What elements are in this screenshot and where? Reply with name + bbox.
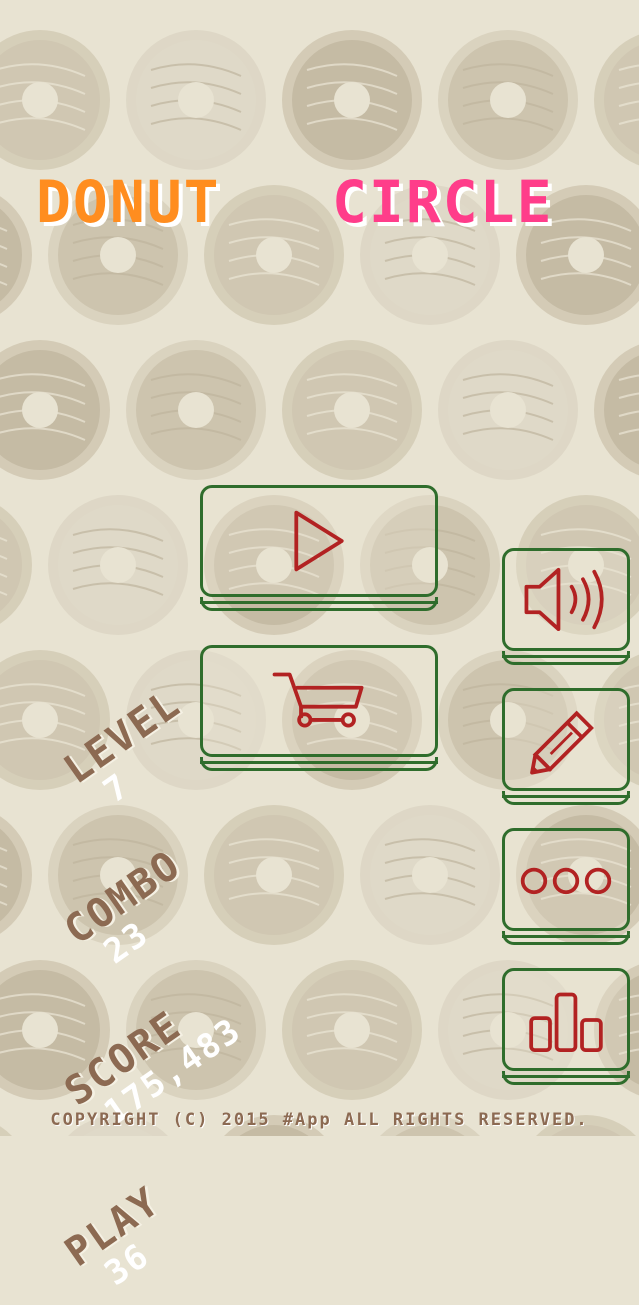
title-word-donut: DONUT	[36, 168, 221, 236]
sound-button[interactable]	[502, 548, 630, 665]
copyright-text: COPYRIGHT (C) 2015 #App ALL RIGHTS RESER…	[50, 1110, 589, 1130]
play-button[interactable]	[200, 485, 438, 611]
speaker-icon	[524, 567, 604, 632]
play-icon	[294, 510, 344, 572]
bar-chart-icon	[529, 992, 603, 1052]
game-title: DONUT CIRCLE	[0, 168, 639, 238]
ranking-button[interactable]	[502, 968, 630, 1085]
title-word-circle: CIRCLE	[332, 168, 554, 236]
more-button[interactable]	[502, 828, 630, 945]
more-dots-icon	[520, 867, 612, 895]
edit-button[interactable]	[502, 688, 630, 805]
pencil-icon	[530, 710, 594, 775]
